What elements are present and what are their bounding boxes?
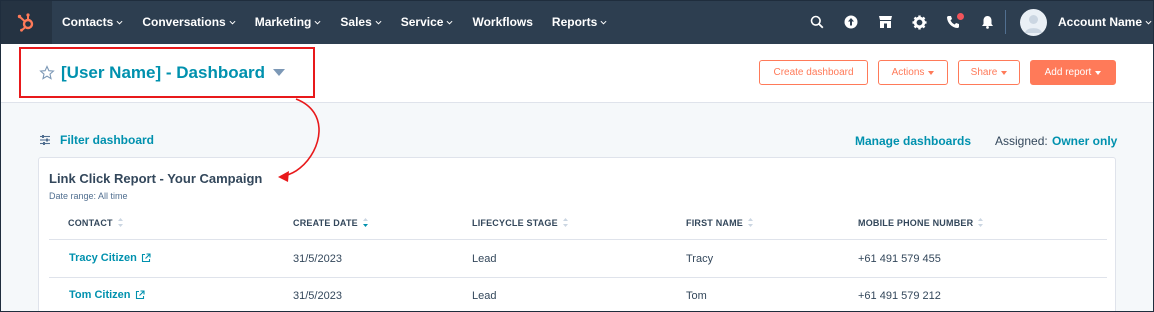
actions-button[interactable]: Actions	[878, 60, 948, 85]
share-button[interactable]: Share	[958, 60, 1020, 85]
filter-dashboard-button[interactable]: Filter dashboard	[39, 133, 154, 147]
nav-label: Reports	[551, 15, 598, 29]
button-label: Create dashboard	[773, 67, 854, 78]
contact-name: Tom Citizen	[69, 289, 131, 301]
table-divider	[49, 239, 1107, 240]
assigned-label: Assigned:	[995, 134, 1048, 148]
contact-name: Tracy Citizen	[69, 252, 137, 264]
lifecycle-stage-cell: Lead	[472, 253, 497, 265]
manage-dashboards-link[interactable]: Manage dashboards	[855, 134, 971, 148]
mobile-phone-cell: +61 491 579 455	[858, 253, 941, 265]
search-icon[interactable]	[800, 0, 834, 44]
chevron-down-icon	[314, 20, 321, 25]
caret-down-icon	[1001, 70, 1008, 75]
create-dashboard-button[interactable]: Create dashboard	[759, 60, 868, 85]
first-name-cell: Tom	[686, 290, 707, 302]
chevron-down-icon	[600, 20, 607, 25]
nav-reports[interactable]: Reports	[552, 15, 607, 29]
nav-label: Workflows	[472, 15, 533, 29]
nav-label: Contacts	[62, 15, 114, 29]
notification-dot	[957, 13, 964, 20]
sort-descending-icon	[362, 218, 368, 227]
mobile-phone-cell: +61 491 579 212	[858, 290, 941, 302]
date-range: Date range: All time	[49, 191, 128, 201]
external-link-icon	[141, 253, 151, 263]
report-card: Link Click Report - Your Campaign Date r…	[38, 157, 1116, 312]
settings-icon[interactable]	[902, 0, 936, 44]
main-menu: Contacts Conversations Marketing Sales S…	[62, 15, 626, 29]
account-menu[interactable]: Account Name	[1020, 0, 1152, 44]
button-label: Add report	[1044, 67, 1092, 78]
nav-sales[interactable]: Sales	[340, 15, 382, 29]
column-header-label: FIRST NAME	[686, 217, 743, 228]
lifecycle-stage-cell: Lead	[472, 290, 497, 302]
add-report-button[interactable]: Add report	[1030, 60, 1116, 85]
column-header-mobile-phone[interactable]: MOBILE PHONE NUMBER	[858, 217, 984, 228]
external-link-icon	[135, 290, 145, 300]
nav-divider	[1005, 10, 1006, 34]
nav-label: Marketing	[254, 15, 312, 29]
star-icon[interactable]	[39, 64, 55, 81]
dashboard-title[interactable]: [User Name] - Dashboard	[61, 63, 265, 83]
sort-icon	[748, 218, 753, 227]
column-header-first-name[interactable]: FIRST NAME	[686, 217, 754, 228]
account-name: Account Name	[1058, 15, 1143, 29]
create-date-cell: 31/5/2023	[293, 253, 342, 265]
dashboard-header: [User Name] - Dashboard Create dashboard…	[0, 44, 1154, 103]
top-navigation: Contacts Conversations Marketing Sales S…	[0, 0, 1154, 44]
filter-dashboard-label: Filter dashboard	[60, 133, 155, 147]
column-header-contact[interactable]: CONTACT	[68, 217, 124, 228]
nav-contacts[interactable]: Contacts	[62, 15, 123, 29]
nav-workflows[interactable]: Workflows	[472, 15, 532, 29]
report-title[interactable]: Link Click Report - Your Campaign	[49, 171, 262, 186]
calling-icon[interactable]	[936, 0, 970, 44]
create-date-cell: 31/5/2023	[293, 290, 342, 302]
upgrade-icon[interactable]	[834, 0, 868, 44]
caret-down-icon[interactable]	[273, 69, 286, 76]
column-header-label: CONTACT	[68, 217, 113, 228]
nav-marketing[interactable]: Marketing	[255, 15, 322, 29]
nav-label: Conversations	[142, 15, 226, 29]
caret-down-icon	[928, 70, 935, 75]
avatar	[1020, 8, 1047, 36]
column-header-lifecycle-stage[interactable]: LIFECYCLE STAGE	[472, 217, 569, 228]
column-header-create-date[interactable]: CREATE DATE	[293, 217, 369, 228]
sort-icon	[562, 218, 568, 227]
sort-icon	[117, 218, 123, 227]
chevron-down-icon	[229, 20, 236, 25]
notifications-icon[interactable]	[970, 0, 1004, 44]
hubspot-logo-icon[interactable]	[0, 0, 52, 44]
marketplace-icon[interactable]	[868, 0, 902, 44]
chevron-down-icon	[446, 20, 453, 25]
table-divider	[49, 277, 1107, 278]
contact-link[interactable]: Tom Citizen	[69, 289, 145, 301]
button-label: Share	[970, 67, 998, 78]
column-header-label: CREATE DATE	[293, 217, 358, 228]
nav-label: Sales	[340, 15, 372, 29]
chevron-down-icon	[1145, 20, 1152, 25]
contact-link[interactable]: Tracy Citizen	[69, 252, 151, 264]
assigned-value-link[interactable]: Owner only	[1052, 134, 1117, 148]
utility-icons	[800, 0, 1004, 44]
chevron-down-icon	[116, 20, 123, 25]
sort-icon	[978, 218, 984, 227]
nav-label: Service	[400, 15, 444, 29]
chevron-down-icon	[375, 20, 382, 25]
first-name-cell: Tracy	[686, 253, 714, 265]
nav-conversations[interactable]: Conversations	[142, 15, 236, 29]
column-header-label: LIFECYCLE STAGE	[472, 217, 558, 228]
dashboard-title-highlight: [User Name] - Dashboard	[19, 47, 315, 98]
button-label: Actions	[891, 67, 925, 78]
column-header-label: MOBILE PHONE NUMBER	[858, 217, 974, 228]
filter-sliders-icon	[40, 135, 50, 145]
nav-service[interactable]: Service	[401, 15, 454, 29]
caret-down-icon	[1095, 70, 1102, 75]
